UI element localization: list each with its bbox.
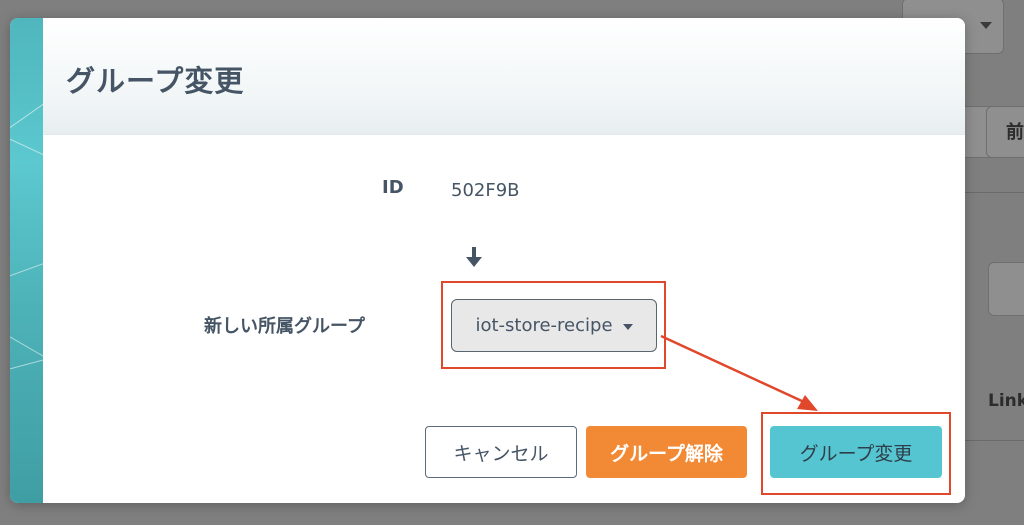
background-divider-2 — [965, 440, 1024, 441]
group-change-modal: グループ変更 ID 502F9B 新しい所属グループ iot-store-rec… — [10, 18, 965, 503]
modal-side-strip — [10, 18, 69, 503]
background-column-header: Link — [988, 391, 1024, 411]
modal-header: グループ変更 — [43, 18, 965, 135]
background-input — [988, 262, 1024, 316]
arrow-down-icon — [466, 247, 482, 267]
background-chevron-down-icon — [980, 22, 992, 29]
cancel-button[interactable]: キャンセル — [425, 426, 577, 478]
new-group-label: 新しい所属グループ — [204, 316, 365, 337]
group-select[interactable]: iot-store-recipe — [451, 299, 657, 352]
id-label: ID — [382, 177, 404, 198]
modal-title: グループ変更 — [66, 64, 245, 98]
caret-down-icon — [622, 323, 633, 330]
change-group-button[interactable]: グループ変更 — [770, 426, 942, 478]
group-select-value: iot-store-recipe — [475, 315, 613, 336]
id-value: 502F9B — [451, 180, 520, 201]
background-prev-label: 前 — [1006, 122, 1024, 143]
release-group-button[interactable]: グループ解除 — [586, 426, 747, 478]
background-divider — [965, 192, 1024, 193]
